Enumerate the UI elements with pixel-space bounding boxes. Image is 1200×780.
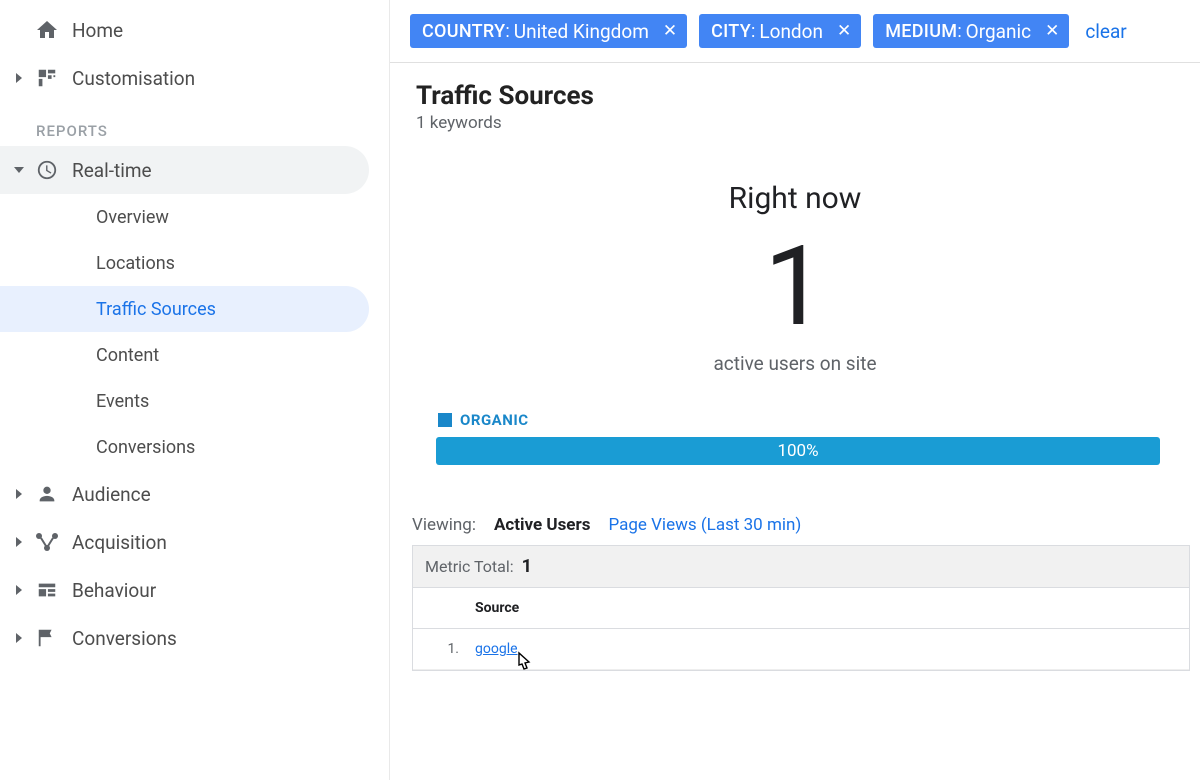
table-row: 1. google xyxy=(413,629,1189,670)
column-source: Source xyxy=(469,600,1189,616)
caret-right-icon xyxy=(10,537,28,547)
caret-down-icon xyxy=(10,165,28,175)
source-link[interactable]: google xyxy=(475,641,518,657)
filter-chip-city[interactable]: CITY:London✕ xyxy=(699,14,861,48)
filter-chip-medium[interactable]: MEDIUM:Organic✕ xyxy=(873,14,1069,48)
tab-page-views[interactable]: Page Views (Last 30 min) xyxy=(608,515,801,535)
right-now-label: Right now xyxy=(390,181,1200,216)
page-header: Traffic Sources 1 keywords xyxy=(390,63,1200,133)
viewing-label: Viewing: xyxy=(412,515,476,535)
right-now-count: 1 xyxy=(390,232,1200,342)
sidebar-sub-traffic-sources[interactable]: Traffic Sources xyxy=(0,286,369,332)
chip-key: COUNTRY xyxy=(422,21,505,42)
viewing-tabs: Viewing: Active Users Page Views (Last 3… xyxy=(412,515,1200,535)
sidebar-item-label: Conversions xyxy=(72,627,177,650)
caret-right-icon xyxy=(10,489,28,499)
page-subtitle: 1 keywords xyxy=(416,113,1200,133)
source-table: Metric Total: 1 Source 1. google xyxy=(412,545,1190,671)
legend-swatch xyxy=(438,413,452,427)
sidebar-item-audience[interactable]: Audience xyxy=(0,470,389,518)
legend-organic: ORGANIC xyxy=(438,411,1160,429)
sidebar-item-home[interactable]: Home xyxy=(0,6,389,54)
caret-right-icon xyxy=(10,73,28,83)
caret-right-icon xyxy=(10,585,28,595)
main: COUNTRY:United Kingdom✕CITY:London✕MEDIU… xyxy=(390,0,1200,780)
right-now-caption: active users on site xyxy=(390,352,1200,375)
medium-breakdown: ORGANIC 100% xyxy=(436,411,1160,465)
filter-chip-country[interactable]: COUNTRY:United Kingdom✕ xyxy=(410,14,687,48)
clock-icon xyxy=(28,159,66,181)
sidebar-item-realtime[interactable]: Real-time xyxy=(0,146,369,194)
chip-key: CITY xyxy=(711,21,751,42)
sidebar-item-customisation[interactable]: Customisation xyxy=(0,54,389,102)
sidebar-sub-conversions[interactable]: Conversions xyxy=(0,424,369,470)
close-icon[interactable]: ✕ xyxy=(1045,23,1059,40)
sidebar-item-behaviour[interactable]: Behaviour xyxy=(0,566,389,614)
sidebar-item-conversions[interactable]: Conversions xyxy=(0,614,389,662)
sidebar-realtime-subitems: OverviewLocationsTraffic SourcesContentE… xyxy=(0,194,389,470)
sidebar: Home Customisation REPORTS Real-time Ove… xyxy=(0,0,390,780)
chip-value: London xyxy=(759,20,823,43)
dashboard-icon xyxy=(28,67,66,89)
metric-total-row: Metric Total: 1 xyxy=(413,546,1189,588)
row-index: 1. xyxy=(413,641,469,657)
filter-chip-bar: COUNTRY:United Kingdom✕CITY:London✕MEDIU… xyxy=(390,0,1200,63)
tab-active-users[interactable]: Active Users xyxy=(494,515,591,535)
sidebar-sub-overview[interactable]: Overview xyxy=(0,194,369,240)
sidebar-item-acquisition[interactable]: Acquisition xyxy=(0,518,389,566)
sidebar-sub-events[interactable]: Events xyxy=(0,378,369,424)
metric-total-label: Metric Total: xyxy=(425,557,514,576)
sidebar-item-label: Customisation xyxy=(72,67,195,90)
sidebar-item-label: Audience xyxy=(72,483,151,506)
close-icon[interactable]: ✕ xyxy=(837,23,851,40)
clear-filters-link[interactable]: clear xyxy=(1085,20,1126,43)
breakdown-bar: 100% xyxy=(436,437,1160,465)
chip-value: United Kingdom xyxy=(514,20,649,43)
sidebar-item-label: Real-time xyxy=(72,159,152,182)
close-icon[interactable]: ✕ xyxy=(663,23,677,40)
sidebar-sub-content[interactable]: Content xyxy=(0,332,369,378)
metric-total-value: 1 xyxy=(522,556,532,577)
sidebar-item-label: Behaviour xyxy=(72,579,156,602)
sidebar-item-label: Home xyxy=(72,19,123,42)
acquisition-icon xyxy=(28,532,66,552)
breakdown-bar-label: 100% xyxy=(777,441,818,461)
behaviour-icon xyxy=(28,579,66,601)
sidebar-item-label: Acquisition xyxy=(72,531,167,554)
right-now-widget: Right now 1 active users on site xyxy=(390,181,1200,375)
home-icon xyxy=(28,18,66,42)
cursor-icon xyxy=(513,651,533,677)
sidebar-section-reports: REPORTS xyxy=(0,102,389,146)
caret-right-icon xyxy=(10,633,28,643)
flag-icon xyxy=(28,627,66,649)
legend-label: ORGANIC xyxy=(460,411,529,429)
table-header: Source xyxy=(413,588,1189,629)
person-icon xyxy=(28,483,66,505)
page-title: Traffic Sources xyxy=(416,81,1200,111)
chip-value: Organic xyxy=(966,20,1031,43)
sidebar-sub-locations[interactable]: Locations xyxy=(0,240,369,286)
chip-key: MEDIUM xyxy=(885,21,957,42)
